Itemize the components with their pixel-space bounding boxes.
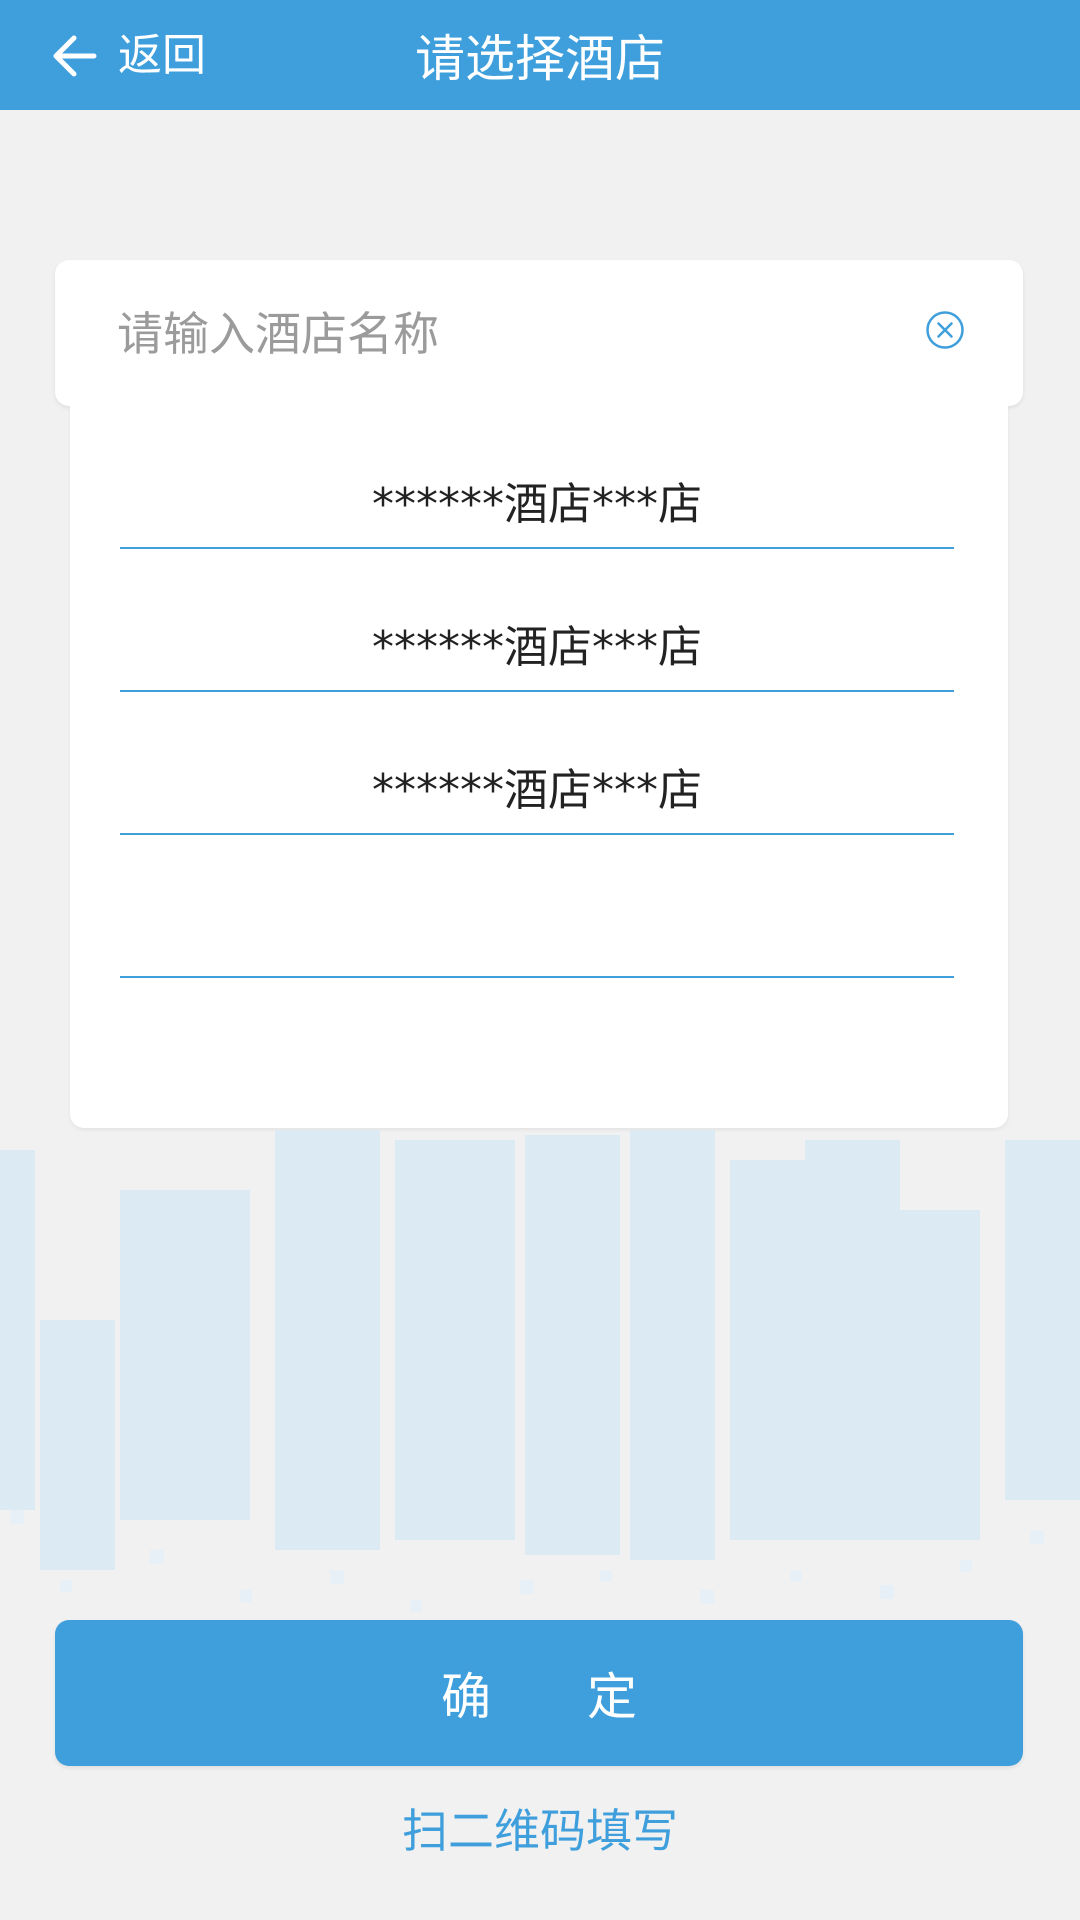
hotel-name: ******酒店***店 bbox=[372, 479, 702, 530]
city-skyline-background bbox=[0, 1130, 1080, 1612]
hotel-list-item[interactable]: ******酒店***店 bbox=[120, 406, 954, 549]
hotel-search-input[interactable] bbox=[115, 294, 899, 374]
hotel-name: ******酒店***店 bbox=[372, 622, 702, 673]
confirm-button[interactable]: 确 定 bbox=[55, 1620, 1023, 1766]
scan-qr-code-link[interactable]: 扫二维码填写 bbox=[0, 1795, 1080, 1861]
hotel-list-item[interactable] bbox=[120, 835, 954, 978]
search-box bbox=[55, 260, 1023, 406]
page-title: 请选择酒店 bbox=[415, 30, 665, 88]
hotel-name: ******酒店***店 bbox=[372, 765, 702, 816]
hotel-list: ******酒店***店 ******酒店***店 ******酒店***店 bbox=[70, 406, 1008, 1128]
confirm-label: 确 定 bbox=[441, 1668, 677, 1726]
clear-search-button[interactable] bbox=[925, 310, 965, 350]
top-bar: 返回 请选择酒店 bbox=[0, 0, 1080, 110]
hotel-list-item[interactable]: ******酒店***店 bbox=[120, 549, 954, 692]
close-circle-icon bbox=[926, 311, 964, 349]
hotel-list-item[interactable]: ******酒店***店 bbox=[120, 692, 954, 835]
